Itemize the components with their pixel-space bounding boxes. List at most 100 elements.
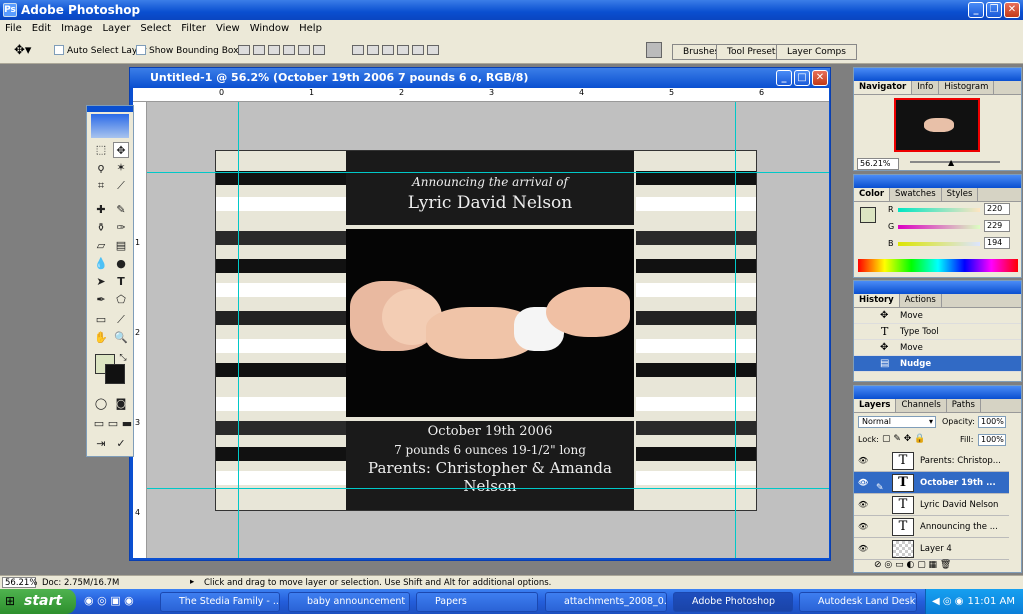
doc-maximize-button[interactable]: □ <box>794 70 810 86</box>
auto-select-checkbox[interactable] <box>54 45 64 55</box>
tab-styles[interactable]: Styles <box>942 188 979 201</box>
history-brush-icon[interactable]: ✑ <box>113 220 129 236</box>
background-color-swatch[interactable] <box>105 364 125 384</box>
ruler-vertical[interactable]: 1 2 3 4 <box>133 102 147 558</box>
zoom-tool-icon[interactable]: 🔍 <box>113 330 129 346</box>
history-state-selected[interactable]: ▤ Nudge <box>854 356 1021 372</box>
task-autodesk[interactable]: Autodesk Land Deskt... <box>799 592 917 612</box>
status-zoom-field[interactable]: 56.21% <box>2 577 37 588</box>
quicklaunch-icons[interactable]: ◉ ◎ ▣ ◉ <box>84 594 134 607</box>
photoshop-logo-icon[interactable] <box>91 114 129 138</box>
blue-slider[interactable] <box>898 242 980 246</box>
tab-histogram[interactable]: Histogram <box>939 81 995 94</box>
blend-mode-select[interactable]: Normal ▾ <box>858 416 936 428</box>
task-adobe-photoshop[interactable]: Adobe Photoshop <box>673 592 793 612</box>
doc-minimize-button[interactable]: _ <box>776 70 792 86</box>
tab-actions[interactable]: Actions <box>900 294 942 307</box>
close-button[interactable]: ✕ <box>1004 2 1020 18</box>
color-spectrum-bar[interactable] <box>858 259 1018 272</box>
tab-info[interactable]: Info <box>912 81 940 94</box>
slice-tool-icon[interactable]: ⟋ <box>113 178 129 194</box>
type-tool-icon[interactable]: T <box>113 274 129 290</box>
well-tab-layer-comps[interactable]: Layer Comps <box>776 44 857 60</box>
align-left-icon[interactable] <box>283 45 295 55</box>
dodge-tool-icon[interactable]: ● <box>113 256 129 272</box>
minimize-button[interactable]: _ <box>968 2 984 18</box>
fill-field[interactable]: 100% <box>978 434 1006 446</box>
task-stedia-family[interactable]: The Stedia Family - ... <box>160 592 280 612</box>
notes-tool-icon[interactable]: ▭ <box>93 312 109 328</box>
swap-colors-icon[interactable]: ⤡ <box>115 350 131 366</box>
eye-icon[interactable]: 👁 <box>858 456 868 465</box>
distribute-right-icon[interactable] <box>427 45 439 55</box>
toolbox-grip[interactable] <box>87 106 133 112</box>
eye-icon[interactable]: 👁 <box>858 478 868 487</box>
eyedropper-icon[interactable]: ⟋ <box>113 312 129 328</box>
layer-row[interactable]: 👁 T Parents: Christop... <box>854 450 1009 472</box>
guide-line[interactable] <box>147 172 829 173</box>
panel-titlebar[interactable] <box>854 386 1021 399</box>
clock[interactable]: 11:01 AM <box>968 596 1015 607</box>
color-fg-swatch[interactable] <box>860 207 876 223</box>
clone-stamp-icon[interactable]: ⚱ <box>93 220 109 236</box>
red-slider[interactable] <box>898 208 980 212</box>
distribute-top-icon[interactable] <box>352 45 364 55</box>
guide-line[interactable] <box>147 488 829 489</box>
eye-icon[interactable]: 👁 <box>858 500 868 509</box>
menu-file[interactable]: File <box>0 23 27 34</box>
menu-edit[interactable]: Edit <box>27 23 56 34</box>
align-vcenter-icon[interactable] <box>253 45 265 55</box>
pen-tool-icon[interactable]: ✒ <box>93 292 109 308</box>
layer-row-selected[interactable]: 👁 ✎ T October 19th ... <box>854 472 1009 494</box>
tray-icons[interactable]: ◀ ◎ ◉ <box>932 589 964 614</box>
green-slider[interactable] <box>898 225 980 229</box>
distribute-hcenter-icon[interactable] <box>412 45 424 55</box>
lock-icons[interactable]: ▢ ✎ ✥ 🔒 <box>882 434 925 444</box>
standard-mode-icon[interactable]: ◯ <box>93 396 109 412</box>
tab-paths[interactable]: Paths <box>947 399 981 412</box>
green-value-field[interactable]: 229 <box>984 220 1010 232</box>
eye-icon[interactable]: 👁 <box>858 522 868 531</box>
align-bottom-icon[interactable] <box>268 45 280 55</box>
tab-layers[interactable]: Layers <box>854 399 897 412</box>
path-select-icon[interactable]: ➤ <box>93 274 109 290</box>
layer-row[interactable]: 👁 Layer 4 <box>854 538 1009 560</box>
guide-line[interactable] <box>238 102 239 558</box>
jump-to-imageready-icon[interactable]: ⇥ <box>93 436 109 452</box>
move-tool-preset-icon[interactable]: ✥▾ <box>14 43 31 58</box>
blue-value-field[interactable]: 194 <box>984 237 1010 249</box>
edit-in-imageready-icon[interactable]: ✓ <box>113 436 129 452</box>
align-right-icon[interactable] <box>313 45 325 55</box>
menu-filter[interactable]: Filter <box>176 23 211 34</box>
show-bbox-checkbox[interactable] <box>136 45 146 55</box>
task-attachments[interactable]: attachments_2008_0... <box>545 592 667 612</box>
doc-close-button[interactable]: ✕ <box>812 70 828 86</box>
menu-layer[interactable]: Layer <box>97 23 135 34</box>
task-papers[interactable]: Papers <box>416 592 538 612</box>
panel-titlebar[interactable] <box>854 281 1021 294</box>
screen-mode-full-icon[interactable]: ▬ <box>119 416 135 432</box>
navigator-zoom-slider[interactable] <box>910 161 1000 163</box>
layer-row[interactable]: 👁 T Announcing the ... <box>854 516 1009 538</box>
eraser-tool-icon[interactable]: ▱ <box>93 238 109 254</box>
opacity-field[interactable]: 100% <box>978 416 1006 428</box>
history-state[interactable]: T Type Tool <box>854 324 1021 340</box>
marquee-tool-icon[interactable]: ⬚ <box>93 142 109 158</box>
auto-select-option[interactable]: Auto Select Layer <box>54 45 146 56</box>
zoom-slider-thumb-icon[interactable]: ▲ <box>948 158 954 167</box>
layer-row[interactable]: 👁 T Lyric David Nelson <box>854 494 1009 516</box>
menu-image[interactable]: Image <box>56 23 97 34</box>
menu-help[interactable]: Help <box>294 23 327 34</box>
history-state[interactable]: ✥ Move <box>854 340 1021 356</box>
tab-swatches[interactable]: Swatches <box>890 188 942 201</box>
history-state[interactable]: ✥ Move <box>854 308 1021 324</box>
hand-tool-icon[interactable]: ✋ <box>93 330 109 346</box>
red-value-field[interactable]: 220 <box>984 203 1010 215</box>
shape-tool-icon[interactable]: ⬠ <box>113 292 129 308</box>
panel-titlebar[interactable] <box>854 68 1021 81</box>
panel-titlebar[interactable] <box>854 175 1021 188</box>
show-bbox-option[interactable]: Show Bounding Box <box>136 45 238 56</box>
restore-button[interactable]: ❐ <box>986 2 1002 18</box>
lasso-tool-icon[interactable]: ϙ <box>93 160 109 176</box>
distribute-left-icon[interactable] <box>397 45 409 55</box>
